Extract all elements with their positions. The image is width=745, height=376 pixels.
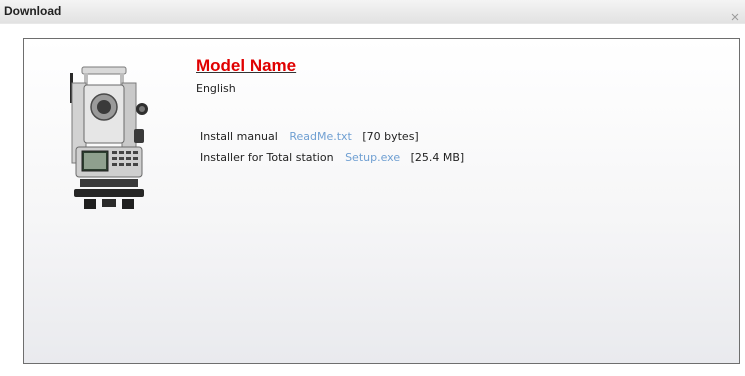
download-window: Download Model Name English Install manu…	[0, 0, 745, 376]
file-row: Installer for Total station Setup.exe [2…	[200, 151, 464, 164]
download-panel: Model Name English Install manual ReadMe…	[23, 38, 740, 364]
window-title: Download	[4, 4, 62, 18]
close-icon[interactable]	[731, 6, 739, 21]
title-bar: Download	[0, 0, 745, 24]
file-description: Installer for Total station	[200, 151, 334, 164]
file-description: Install manual	[200, 130, 278, 143]
file-size: [70 bytes]	[362, 130, 419, 143]
setup-download-link[interactable]: Setup.exe	[345, 151, 400, 164]
total-station-image	[54, 63, 164, 213]
readme-download-link[interactable]: ReadMe.txt	[289, 130, 352, 143]
file-row: Install manual ReadMe.txt [70 bytes]	[200, 130, 419, 143]
file-size: [25.4 MB]	[410, 151, 465, 164]
language-label: English	[196, 82, 236, 95]
model-name-heading: Model Name	[196, 56, 297, 75]
